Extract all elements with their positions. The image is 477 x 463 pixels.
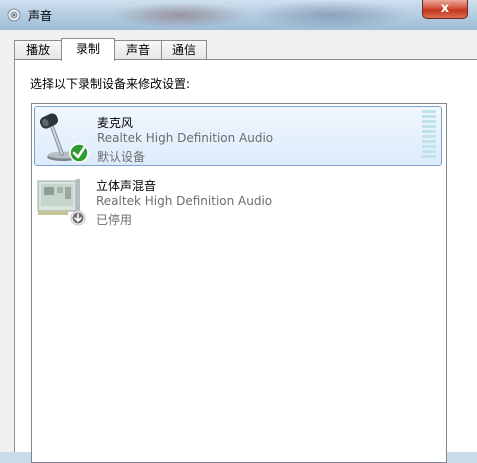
window-title: 声音 [28, 9, 53, 23]
device-name: 麦克风 [97, 116, 134, 130]
device-description: Realtek High Definition Audio [97, 131, 274, 145]
title-bar-glass [250, 0, 410, 30]
level-meter [422, 110, 436, 162]
tab-panel: 选择以下录制设备来修改设置: 麦克风 Realtek High Definiti… [14, 59, 477, 463]
device-status: 默认设备 [97, 150, 146, 164]
device-description: Realtek High Definition Audio [96, 194, 273, 208]
check-icon [69, 143, 89, 163]
instruction-label: 选择以下录制设备来修改设置: [30, 77, 191, 91]
device-list[interactable]: 麦克风 Realtek High Definition Audio 默认设备 立… [31, 103, 447, 463]
tab-communications[interactable]: 通信 [161, 40, 207, 60]
dialog-body: 播放 录制 声音 通信 选择以下录制设备来修改设置: 麦克风 Realtek H… [0, 30, 477, 463]
device-item-microphone[interactable]: 麦克风 Realtek High Definition Audio 默认设备 [34, 106, 442, 166]
tab-sounds[interactable]: 声音 [114, 40, 162, 60]
title-bar: 声音 x [0, 0, 477, 30]
device-name: 立体声混音 [96, 179, 157, 193]
disabled-arrow-icon [70, 210, 86, 226]
close-button[interactable]: x [422, 0, 468, 19]
sound-card-icon [37, 179, 86, 226]
title-bar-glass [110, 2, 250, 28]
device-item-stereo-mix[interactable]: 立体声混音 Realtek High Definition Audio 已停用 [34, 170, 442, 230]
tab-recording[interactable]: 录制 [61, 38, 115, 61]
tab-playback[interactable]: 播放 [14, 40, 62, 60]
device-status: 已停用 [96, 213, 133, 227]
speaker-icon[interactable] [6, 7, 22, 23]
microphone-icon [39, 113, 89, 163]
